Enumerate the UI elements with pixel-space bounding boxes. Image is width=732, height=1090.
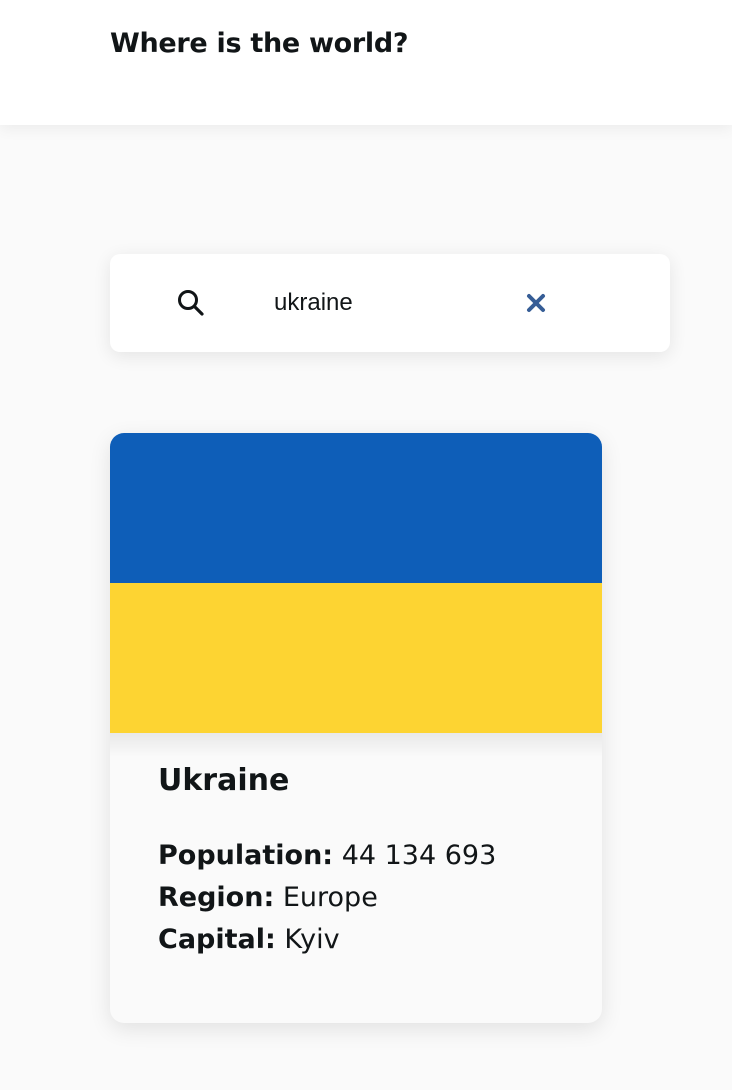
- capital-row: Capital: Kyiv: [158, 919, 496, 961]
- region-label: Region:: [158, 882, 275, 913]
- app-title: Where is the world?: [110, 28, 409, 59]
- population-value: 44 134 693: [341, 840, 497, 871]
- region-row: Region: Europe: [158, 877, 496, 919]
- population-label: Population:: [158, 840, 334, 871]
- flag-yellow-stripe: [110, 583, 602, 733]
- flag-blue-stripe: [110, 433, 602, 583]
- country-stats: Population: 44 134 693 Region: Europe Ca…: [158, 835, 496, 961]
- country-name: Ukraine: [158, 763, 290, 798]
- ukraine-flag: [110, 433, 602, 733]
- flag-shadow: [110, 733, 602, 757]
- capital-value: Kyiv: [284, 924, 340, 955]
- close-icon[interactable]: [524, 291, 548, 315]
- capital-label: Capital:: [158, 924, 276, 955]
- region-value: Europe: [282, 882, 378, 913]
- country-card[interactable]: Ukraine Population: 44 134 693 Region: E…: [110, 433, 602, 1023]
- population-row: Population: 44 134 693: [158, 835, 496, 877]
- app-header: Where is the world?: [0, 0, 732, 125]
- search-icon: [176, 288, 206, 318]
- search-input[interactable]: [274, 285, 494, 321]
